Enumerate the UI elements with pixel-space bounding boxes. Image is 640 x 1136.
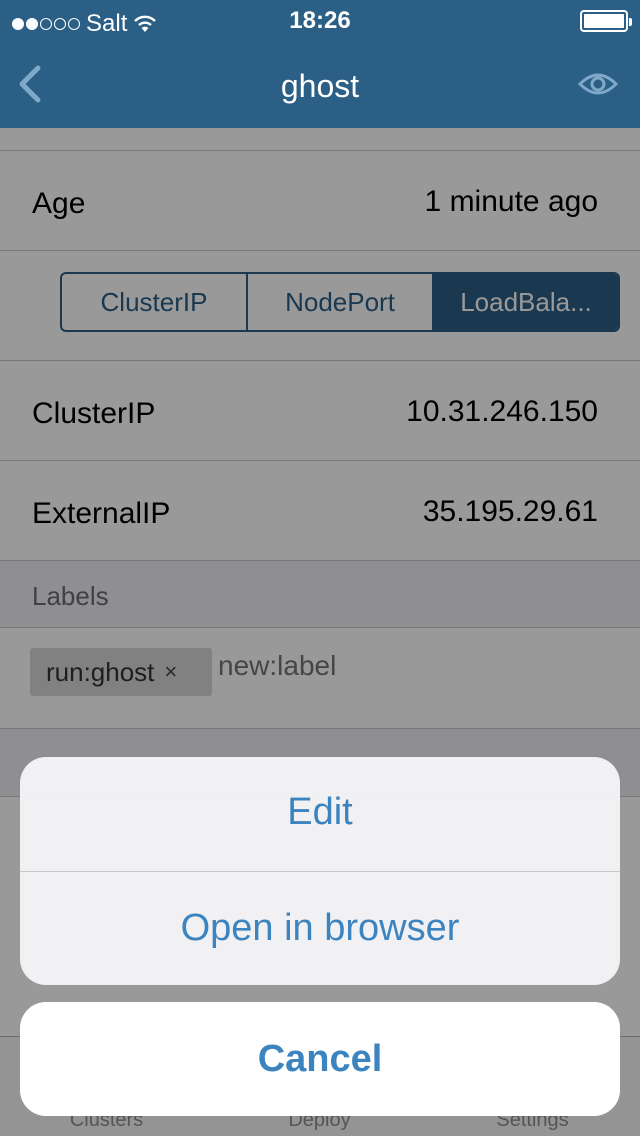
action-sheet: Edit Open in browser	[20, 757, 620, 985]
cancel-button[interactable]: Cancel	[20, 1002, 620, 1116]
navigation-bar: ghost	[0, 40, 640, 128]
page-title: ghost	[280, 68, 360, 104]
edit-action-button[interactable]: Edit	[20, 791, 620, 834]
action-divider	[20, 871, 620, 872]
status-bar: Salt 18:26	[0, 0, 640, 40]
eye-icon[interactable]	[578, 66, 618, 102]
open-in-browser-action-button[interactable]: Open in browser	[20, 907, 620, 950]
status-time: 18:26	[289, 7, 351, 34]
battery-icon	[580, 10, 632, 32]
